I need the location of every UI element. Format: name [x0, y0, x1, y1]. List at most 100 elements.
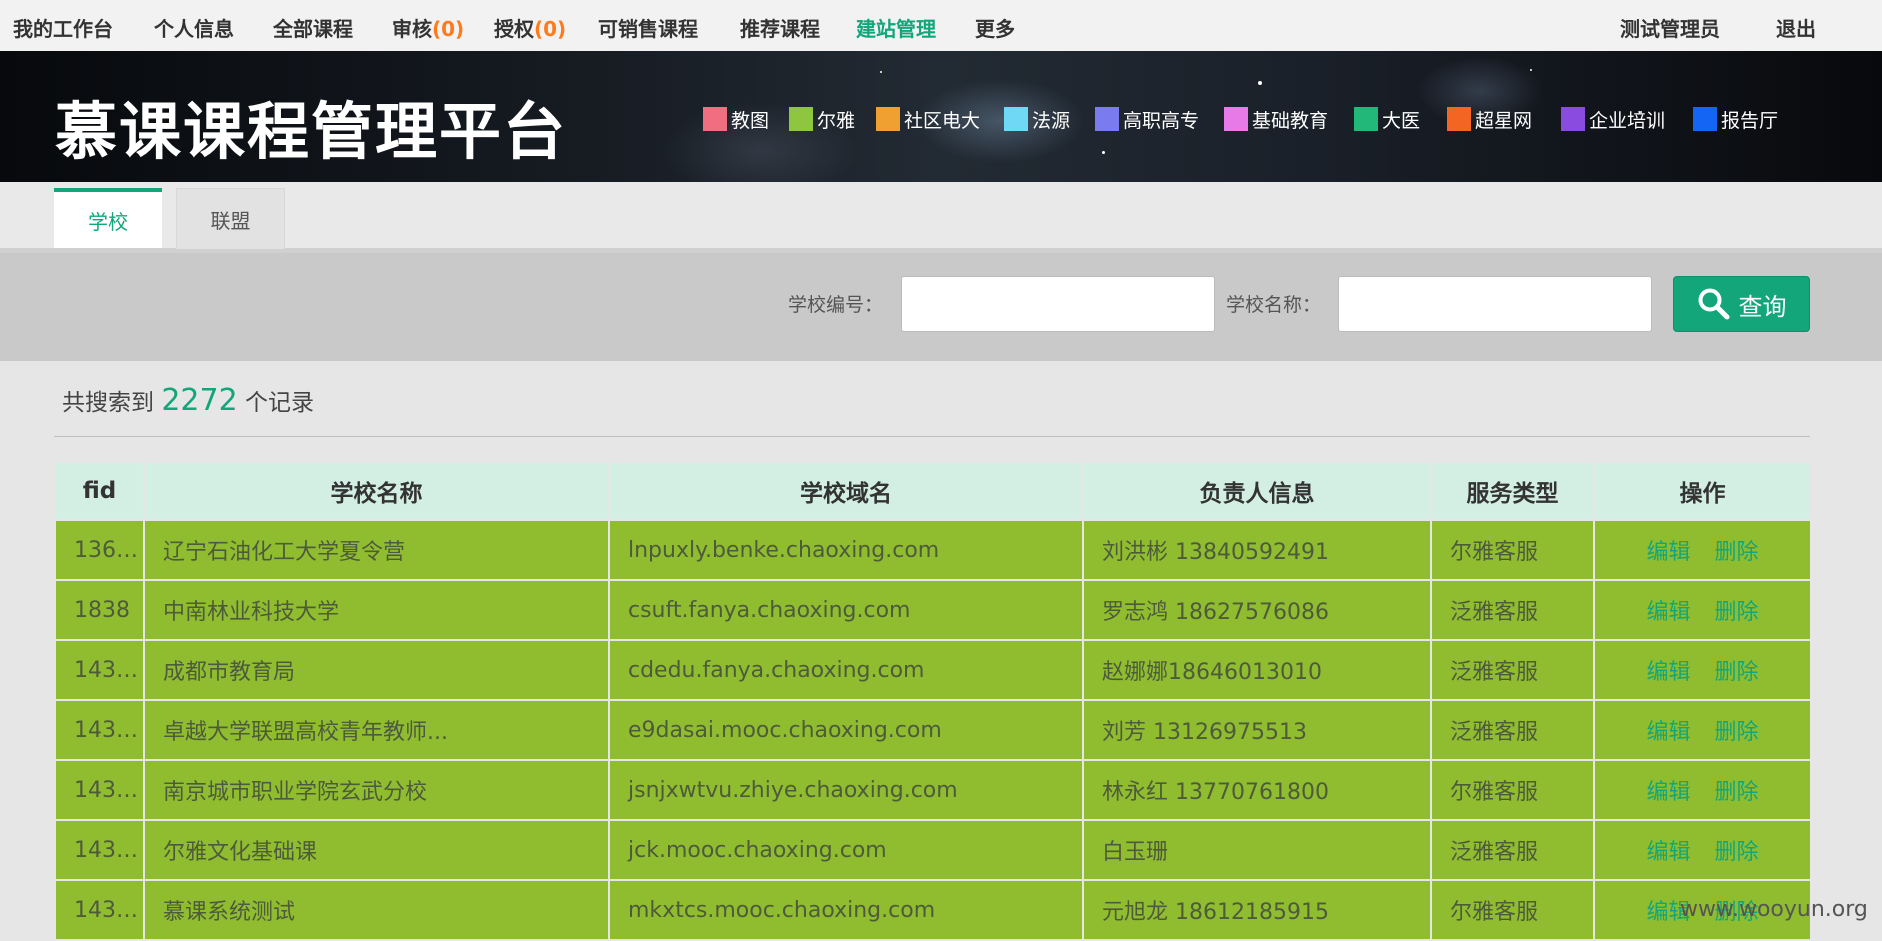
tab-school[interactable]: 学校 — [54, 188, 162, 248]
search-panel: 学校编号： 学校名称： 查询 — [0, 253, 1882, 361]
banner-link-jiaotu[interactable]: 教图 — [703, 105, 769, 133]
delete-link[interactable]: 删除 — [1715, 660, 1759, 685]
cell-actions: 编辑 删除 — [1593, 519, 1812, 581]
cell-actions: 编辑 删除 — [1593, 639, 1812, 701]
school-name-label: 学校名称： — [1226, 294, 1322, 316]
result-summary: 共搜索到 2272 个记录 — [62, 383, 314, 418]
delete-link[interactable]: 删除 — [1715, 720, 1759, 745]
cell-actions: 编辑 删除 — [1593, 759, 1812, 821]
table-row: 1838 中南林业科技大学 csuft.fanya.chaoxing.com 罗… — [54, 579, 1812, 641]
cell-contact: 林永红 13770761800 — [1082, 759, 1432, 821]
cell-actions: 编辑 删除 — [1593, 579, 1812, 641]
delete-link[interactable]: 删除 — [1715, 840, 1759, 865]
banner-link-label: 基础教育 — [1252, 109, 1329, 132]
banner-link-vocational[interactable]: 高职高专 — [1095, 105, 1199, 133]
cell-domain: jsnjxwtvu.zhiye.chaoxing.com — [608, 759, 1084, 821]
logout-button[interactable]: 退出 — [1776, 13, 1816, 42]
banner-link-label: 法源 — [1032, 109, 1071, 132]
nav-all-courses[interactable]: 全部课程 — [273, 13, 353, 42]
banner-link-community-tvu[interactable]: 社区电大 — [876, 105, 980, 133]
cell-contact: 赵娜娜18646013010 — [1082, 639, 1432, 701]
nav-review[interactable]: 审核(0) — [392, 13, 464, 42]
color-swatch-icon — [1224, 107, 1248, 131]
delete-link[interactable]: 删除 — [1715, 600, 1759, 625]
divider — [54, 436, 1810, 437]
nav-profile[interactable]: 个人信息 — [154, 13, 234, 42]
cell-domain: jck.mooc.chaoxing.com — [608, 819, 1084, 881]
banner-link-lecture-hall[interactable]: 报告厅 — [1693, 105, 1778, 133]
cell-domain: e9dasai.mooc.chaoxing.com — [608, 699, 1084, 761]
nav-user[interactable]: 测试管理员 — [1620, 13, 1720, 42]
star-decoration — [1102, 151, 1105, 154]
column-header-domain: 学校域名 — [608, 461, 1084, 521]
tab-alliance[interactable]: 联盟 — [176, 188, 285, 249]
delete-link[interactable]: 删除 — [1715, 540, 1759, 565]
nav-authorize-count: (0) — [534, 17, 567, 41]
banner-link-label: 社区电大 — [904, 109, 981, 132]
nav-workbench[interactable]: 我的工作台 — [13, 13, 113, 42]
cell-school-name: 卓越大学联盟高校青年教师... — [143, 699, 610, 761]
cell-service-type: 尔雅客服 — [1430, 519, 1595, 581]
nav-review-count: (0) — [432, 17, 465, 41]
color-swatch-icon — [876, 107, 900, 131]
color-swatch-icon — [1004, 107, 1028, 131]
color-swatch-icon — [1561, 107, 1585, 131]
cell-domain: mkxtcs.mooc.chaoxing.com — [608, 879, 1084, 941]
edit-link[interactable]: 编辑 — [1646, 720, 1690, 745]
table-row: 14359 成都市教育局 cdedu.fanya.chaoxing.com 赵娜… — [54, 639, 1812, 701]
edit-link[interactable]: 编辑 — [1646, 780, 1690, 805]
nav-sellable-courses[interactable]: 可销售课程 — [598, 13, 698, 42]
cell-school-name: 中南林业科技大学 — [143, 579, 610, 641]
banner-link-label: 高职高专 — [1123, 109, 1200, 132]
cell-fid: 14359 — [54, 639, 145, 701]
school-name-input[interactable] — [1338, 276, 1652, 332]
banner-link-basic-education[interactable]: 基础教育 — [1224, 105, 1328, 133]
cell-service-type: 泛雅客服 — [1430, 819, 1595, 881]
query-button-label: 查询 — [1738, 292, 1787, 321]
column-header-actions: 操作 — [1593, 461, 1812, 521]
nav-recommended-courses[interactable]: 推荐课程 — [740, 13, 820, 42]
tab-bar: 学校 联盟 — [0, 182, 1882, 253]
cell-fid: 1838 — [54, 579, 145, 641]
cell-actions: 编辑 删除 — [1593, 819, 1812, 881]
banner-link-enterprise-training[interactable]: 企业培训 — [1561, 105, 1665, 133]
table-row: 14336 尔雅文化基础课 jck.mooc.chaoxing.com 白玉珊 … — [54, 819, 1812, 881]
cell-fid: 14356 — [54, 699, 145, 761]
nav-more[interactable]: 更多 — [975, 13, 1015, 42]
banner-link-erya[interactable]: 尔雅 — [789, 105, 855, 133]
edit-link[interactable]: 编辑 — [1646, 660, 1690, 685]
watermark: www.wooyun.org — [1680, 897, 1868, 922]
edit-link[interactable]: 编辑 — [1646, 600, 1690, 625]
column-header-fid: fid — [54, 461, 145, 521]
nav-site-management[interactable]: 建站管理 — [856, 13, 936, 42]
cell-service-type: 尔雅客服 — [1430, 759, 1595, 821]
edit-link[interactable]: 编辑 — [1646, 840, 1690, 865]
banner-link-label: 企业培训 — [1589, 109, 1666, 132]
cell-school-name: 南京城市职业学院玄武分校 — [143, 759, 610, 821]
query-button[interactable]: 查询 — [1673, 276, 1810, 332]
cell-school-name: 慕课系统测试 — [143, 879, 610, 941]
column-header-school-name: 学校名称 — [143, 461, 610, 521]
table-row: 14340 南京城市职业学院玄武分校 jsnjxwtvu.zhiye.chaox… — [54, 759, 1812, 821]
platform-logo[interactable]: 慕课课程管理平台 — [55, 81, 567, 171]
school-id-input[interactable] — [901, 276, 1215, 332]
banner-link-label: 超星网 — [1475, 109, 1533, 132]
color-swatch-icon — [1693, 107, 1717, 131]
banner-link-label: 报告厅 — [1721, 109, 1779, 132]
table-header-row: fid 学校名称 学校域名 负责人信息 服务类型 操作 — [54, 461, 1812, 521]
banner-link-dayi[interactable]: 大医 — [1354, 105, 1420, 133]
color-swatch-icon — [1095, 107, 1119, 131]
color-swatch-icon — [789, 107, 813, 131]
banner-link-chaoxing[interactable]: 超星网 — [1447, 105, 1532, 133]
edit-link[interactable]: 编辑 — [1646, 540, 1690, 565]
table-row: 14356 卓越大学联盟高校青年教师... e9dasai.mooc.chaox… — [54, 699, 1812, 761]
banner-link-fayuan[interactable]: 法源 — [1004, 105, 1070, 133]
color-swatch-icon — [1354, 107, 1378, 131]
star-decoration — [1258, 81, 1262, 85]
cell-actions: 编辑 删除 — [1593, 699, 1812, 761]
cell-service-type: 尔雅客服 — [1430, 879, 1595, 941]
result-prefix: 共搜索到 — [62, 390, 154, 416]
cell-domain: cdedu.fanya.chaoxing.com — [608, 639, 1084, 701]
nav-authorize[interactable]: 授权(0) — [494, 13, 566, 42]
delete-link[interactable]: 删除 — [1715, 780, 1759, 805]
